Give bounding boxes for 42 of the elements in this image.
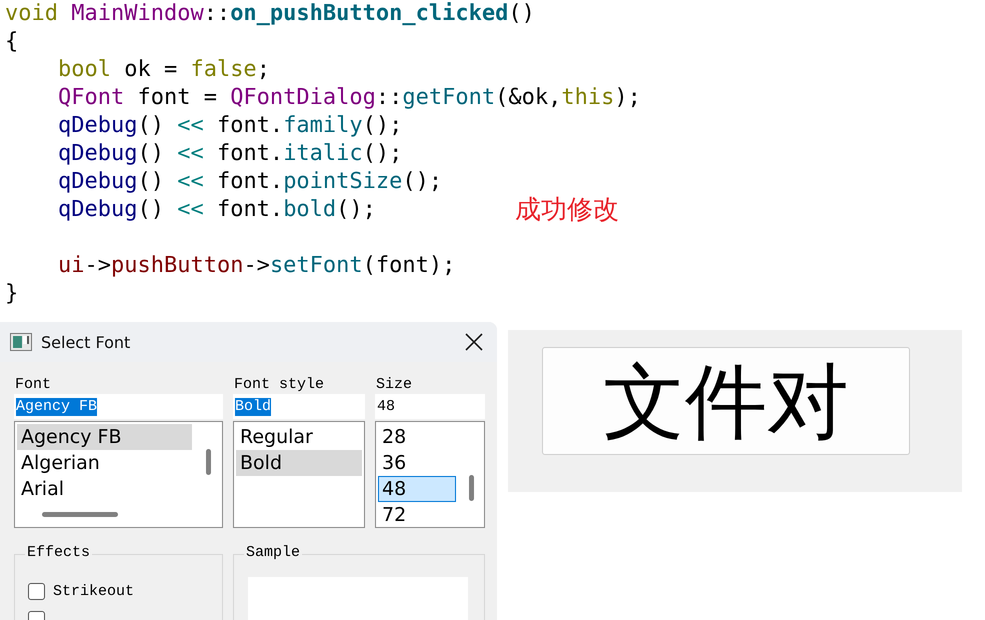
input-text: 48 (377, 398, 396, 416)
push-button[interactable]: 文件对 (542, 347, 910, 455)
list-item[interactable]: 72 (378, 502, 456, 528)
list-item[interactable]: Agency FB (17, 424, 192, 450)
scrollbar-thumb[interactable] (469, 475, 474, 501)
list-item[interactable]: 36 (378, 450, 456, 476)
list-item[interactable]: 48 (378, 476, 456, 502)
checkbox-label: Strikeout (53, 582, 134, 600)
field-label: Font (15, 376, 52, 394)
code-line: } (5, 280, 18, 308)
field-label: Font style (234, 376, 324, 394)
checkbox[interactable] (28, 582, 45, 600)
list-item[interactable]: Algerian (17, 450, 192, 476)
list-item[interactable]: Arial (17, 476, 192, 502)
code-line: { (5, 28, 18, 56)
scrollbar-thumb[interactable] (42, 512, 118, 517)
code-line: qDebug() << font.family(); (56, 112, 402, 140)
code-line: void MainWindow::on_pushButton_clicked() (5, 0, 535, 28)
annotation-text: 成功修改 (515, 194, 619, 227)
scrollbar-thumb[interactable] (206, 449, 211, 475)
list-box[interactable]: 28 36 48 72 (375, 421, 485, 528)
window-icon (10, 333, 32, 351)
code-line: ui->pushButton->setFont(font); (56, 252, 456, 280)
field-label: Size (376, 376, 412, 394)
list-item[interactable]: 28 (378, 424, 456, 450)
code-line: qDebug() << font.pointSize(); (56, 168, 442, 196)
dialog-title: Select Font (41, 332, 132, 352)
close-icon[interactable] (465, 333, 483, 351)
input-text: Bold (235, 398, 272, 416)
group-title: Sample (244, 544, 302, 561)
list-item[interactable]: Regular (236, 424, 362, 450)
input-field[interactable]: Bold (233, 394, 365, 419)
code-line: bool ok = false; (56, 56, 270, 84)
input-field[interactable]: 48 (375, 394, 485, 419)
list-box[interactable]: Regular Bold (233, 421, 365, 528)
input-field[interactable]: Agency FB (14, 394, 223, 419)
code-line: qDebug() << font.bold(); (56, 196, 376, 224)
list-item[interactable]: Bold (236, 450, 362, 476)
code-line: qDebug() << font.italic(); (56, 140, 402, 168)
code-line: QFont font = QFontDialog::getFont(&ok,this); (56, 84, 641, 112)
input-text: Agency FB (16, 398, 98, 416)
list-box[interactable]: Agency FB Algerian Arial (14, 421, 223, 528)
